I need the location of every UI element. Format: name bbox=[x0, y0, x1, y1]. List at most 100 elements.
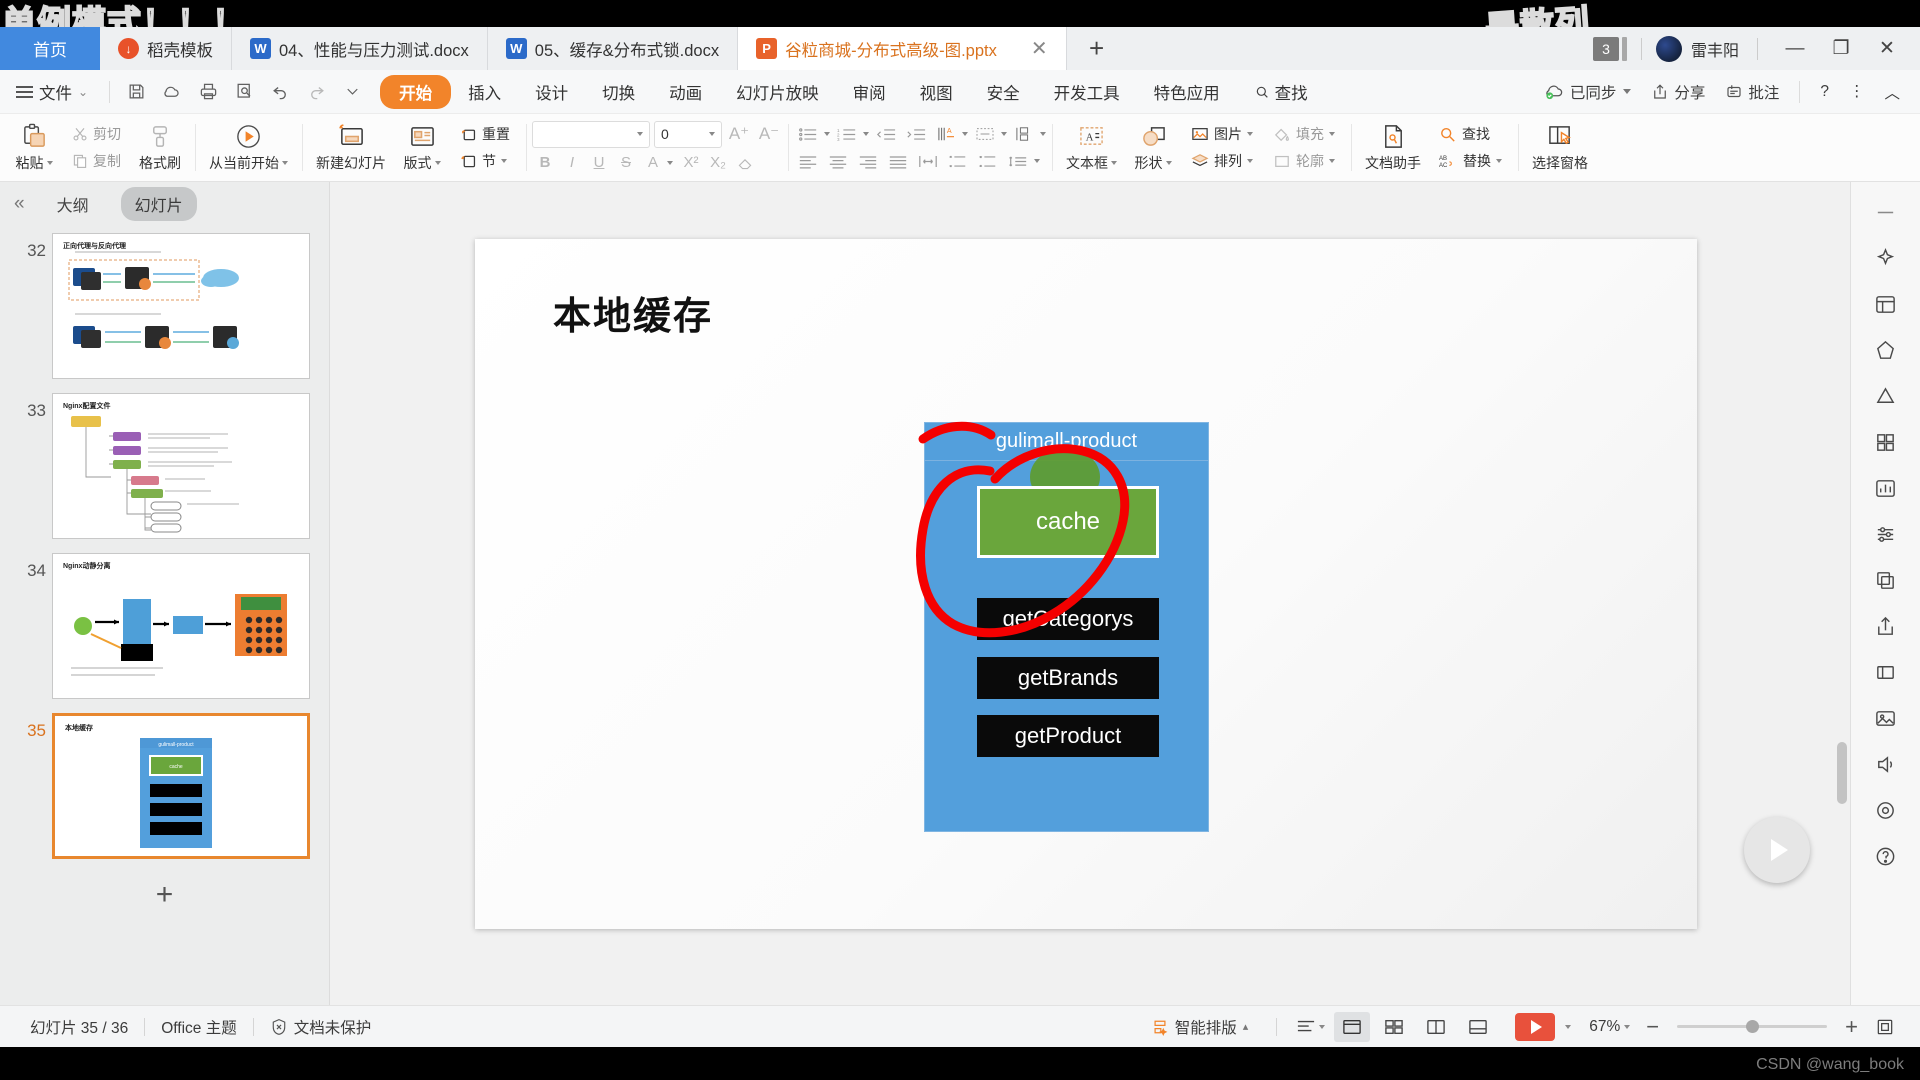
ribbon-tab-design[interactable]: 设计 bbox=[518, 75, 585, 109]
customize-quick-access-icon[interactable] bbox=[334, 77, 370, 107]
ribbon-tab-transition[interactable]: 切换 bbox=[585, 75, 652, 109]
scrollbar-thumb[interactable] bbox=[1837, 742, 1847, 804]
menu-find-button[interactable]: 查找 bbox=[1237, 80, 1325, 104]
cloud-save-icon[interactable] bbox=[154, 77, 190, 107]
settings-sliders-icon[interactable] bbox=[1864, 512, 1908, 556]
audio-icon[interactable] bbox=[1864, 742, 1908, 786]
slide-canvas[interactable]: 本地缓存 gulimall-product cache getCategorys… bbox=[475, 239, 1697, 929]
fit-to-window-button[interactable] bbox=[1867, 1012, 1903, 1042]
thumbnail-preview[interactable]: 正向代理与反向代理 bbox=[52, 233, 310, 379]
close-icon[interactable]: ✕ bbox=[1031, 39, 1048, 59]
zoom-slider[interactable] bbox=[1677, 1020, 1828, 1033]
section-button[interactable]: 节 bbox=[454, 149, 516, 173]
protection-status[interactable]: 文档未保护 bbox=[254, 1016, 388, 1038]
save-icon[interactable] bbox=[118, 77, 154, 107]
method-box-getproduct[interactable]: getProduct bbox=[977, 715, 1159, 757]
sync-status-button[interactable]: 已同步 bbox=[1535, 81, 1640, 103]
view-notes-button[interactable] bbox=[1460, 1012, 1496, 1042]
service-diagram[interactable]: gulimall-product cache getCategorys getB… bbox=[924, 422, 1209, 832]
minimize-icon[interactable]: — bbox=[1772, 27, 1818, 70]
cache-box[interactable]: cache bbox=[977, 486, 1159, 558]
start-from-current-button[interactable]: 从当前开始 bbox=[201, 121, 296, 175]
new-slide-button[interactable]: 新建幻灯片 bbox=[308, 121, 394, 175]
restore-icon[interactable]: ❐ bbox=[1818, 27, 1864, 70]
tab-outline[interactable]: 大纲 bbox=[43, 187, 103, 221]
shape-button[interactable]: 形状 bbox=[1125, 121, 1181, 175]
undo-icon[interactable] bbox=[262, 77, 298, 107]
text-box-button[interactable]: A 文本框 bbox=[1058, 121, 1125, 175]
print-preview-icon[interactable] bbox=[226, 77, 262, 107]
list-item[interactable]: 35 本地缓存 gulimall-product cache bbox=[0, 706, 329, 866]
list-item[interactable]: 32 正向代理与反向代理 bbox=[0, 226, 329, 386]
zoom-level-label[interactable]: 67% bbox=[1579, 1018, 1624, 1036]
tab-slides[interactable]: 幻灯片 bbox=[120, 187, 197, 221]
layout-button[interactable]: 版式 bbox=[394, 121, 450, 175]
crop-icon[interactable] bbox=[1864, 650, 1908, 694]
zoom-in-button[interactable]: + bbox=[1839, 1014, 1864, 1040]
reset-button[interactable]: 重置 bbox=[454, 122, 516, 146]
method-box-getbrands[interactable]: getBrands bbox=[977, 657, 1159, 699]
font-size-select[interactable]: 0 bbox=[654, 120, 722, 148]
share-button[interactable]: 分享 bbox=[1643, 81, 1713, 103]
user-name[interactable]: 雷丰阳 bbox=[1691, 37, 1739, 61]
list-item[interactable]: 33 Nginx配置文件 bbox=[0, 386, 329, 546]
collapse-panel-button[interactable]: « bbox=[14, 193, 25, 215]
view-sorter-button[interactable] bbox=[1376, 1012, 1412, 1042]
image-icon[interactable] bbox=[1864, 696, 1908, 740]
home-tab[interactable]: 首页 bbox=[0, 27, 100, 70]
print-icon[interactable] bbox=[190, 77, 226, 107]
export-icon[interactable] bbox=[1864, 604, 1908, 648]
view-outline-button[interactable] bbox=[1292, 1012, 1328, 1042]
picture-button[interactable]: 图片 bbox=[1185, 122, 1259, 146]
rail-handle[interactable] bbox=[1864, 190, 1908, 234]
slide-design-icon[interactable] bbox=[1864, 282, 1908, 326]
paste-button[interactable]: 粘贴 bbox=[6, 121, 62, 175]
add-slide-button[interactable]: + bbox=[0, 866, 329, 912]
thumbnail-preview[interactable]: Nginx配置文件 bbox=[52, 393, 310, 539]
comment-button[interactable]: 批注 bbox=[1717, 81, 1787, 103]
method-box-getcategorys[interactable]: getCategorys bbox=[977, 598, 1159, 640]
tab-cache-doc[interactable]: W 05、缓存&分布式锁.docx bbox=[487, 27, 739, 70]
ribbon-tab-start[interactable]: 开始 bbox=[380, 74, 452, 109]
view-reading-button[interactable] bbox=[1418, 1012, 1454, 1042]
ai-sparkle-icon[interactable] bbox=[1864, 236, 1908, 280]
vertical-scrollbar[interactable] bbox=[1836, 182, 1848, 1005]
avatar[interactable] bbox=[1655, 35, 1682, 62]
ribbon-tab-slideshow[interactable]: 幻灯片放映 bbox=[719, 75, 836, 109]
ribbon-tab-view[interactable]: 视图 bbox=[903, 75, 970, 109]
tab-gulimall-pptx[interactable]: P 谷粒商城-分布式高级-图.pptx ✕ bbox=[738, 27, 1067, 70]
replace-button[interactable]: AB AC 替换 bbox=[1433, 149, 1508, 173]
ribbon-tab-animation[interactable]: 动画 bbox=[652, 75, 719, 109]
ribbon-tab-insert[interactable]: 插入 bbox=[451, 75, 518, 109]
thumbnail-list[interactable]: 32 正向代理与反向代理 33 Nginx配置文件 34 Nginx动静分离 3… bbox=[0, 226, 329, 1005]
new-tab-button[interactable]: + bbox=[1067, 27, 1127, 70]
zoom-out-button[interactable]: − bbox=[1640, 1014, 1665, 1040]
view-normal-button[interactable] bbox=[1334, 1011, 1371, 1042]
font-family-select[interactable] bbox=[532, 120, 650, 148]
ribbon-tab-featured-apps[interactable]: 特色应用 bbox=[1137, 75, 1237, 109]
more-options-button[interactable]: ⋮ bbox=[1841, 82, 1873, 101]
layers-icon[interactable] bbox=[1864, 558, 1908, 602]
zoom-slider-handle[interactable] bbox=[1746, 1020, 1760, 1033]
grid-icon[interactable] bbox=[1864, 420, 1908, 464]
tab-docer-template[interactable]: ↓ 稻壳模板 bbox=[100, 27, 232, 70]
play-slideshow-group[interactable] bbox=[1499, 1012, 1579, 1041]
collapse-ribbon-button[interactable]: ︿ bbox=[1876, 81, 1908, 103]
ribbon-tab-developer[interactable]: 开发工具 bbox=[1037, 75, 1137, 109]
smart-layout-button[interactable]: 智能排版 ▴ bbox=[1135, 1016, 1265, 1038]
window-count-badge[interactable]: 3 bbox=[1592, 36, 1619, 61]
doc-assistant-button[interactable]: 文档助手 bbox=[1357, 121, 1429, 175]
thumbnail-preview[interactable]: Nginx动静分离 bbox=[52, 553, 310, 699]
arrange-button[interactable]: 排列 bbox=[1185, 149, 1259, 173]
shape-format-icon[interactable] bbox=[1864, 328, 1908, 372]
tab-performance-doc[interactable]: W 04、性能与压力测试.docx bbox=[232, 27, 488, 70]
video-play-bubble[interactable] bbox=[1744, 817, 1810, 883]
slide-title[interactable]: 本地缓存 bbox=[553, 285, 713, 340]
selection-pane-button[interactable]: 选择窗格 bbox=[1524, 121, 1596, 175]
list-item[interactable]: 34 Nginx动静分离 bbox=[0, 546, 329, 706]
play-slideshow-button[interactable] bbox=[1515, 1012, 1556, 1041]
smart-feature-icon[interactable] bbox=[1864, 374, 1908, 418]
help-button[interactable]: ? bbox=[1812, 83, 1837, 101]
help-circle-icon[interactable] bbox=[1864, 834, 1908, 878]
theme-indicator[interactable]: Office 主题 bbox=[145, 1016, 253, 1038]
